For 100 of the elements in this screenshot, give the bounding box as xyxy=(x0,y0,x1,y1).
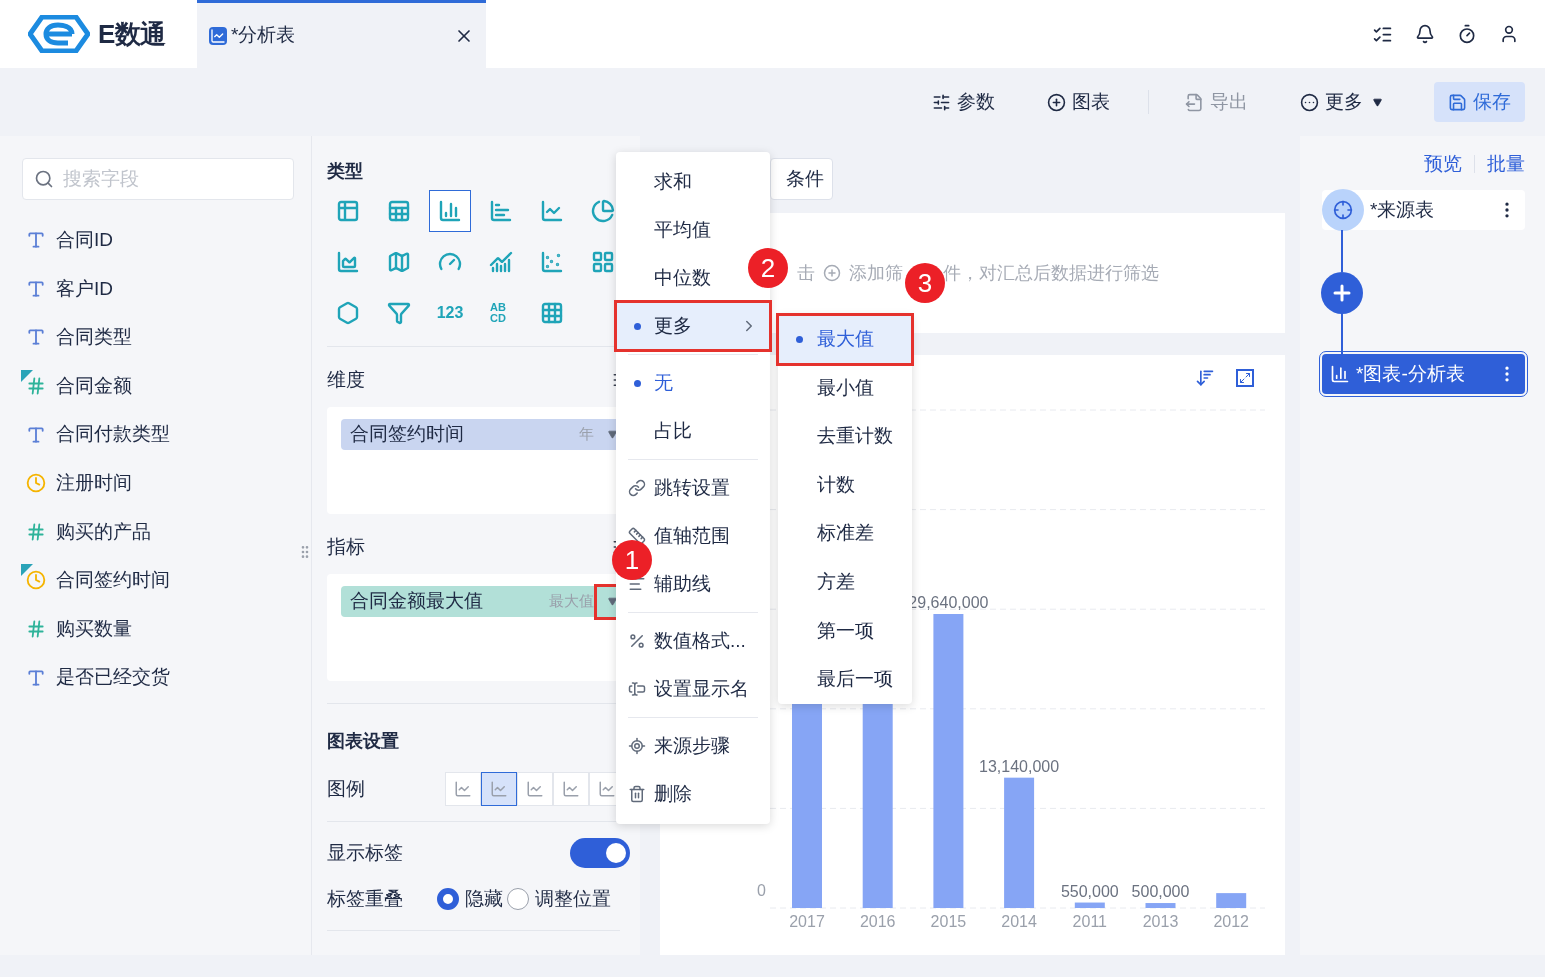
hash-icon xyxy=(26,521,46,542)
sliders-icon xyxy=(932,92,951,112)
user-icon[interactable] xyxy=(1499,24,1519,44)
menu-item[interactable]: 中位数 xyxy=(616,254,723,302)
menu-item[interactable]: 计数 xyxy=(778,460,912,510)
axis-tick-label: 0 xyxy=(757,882,766,899)
bell-icon[interactable] xyxy=(1415,24,1435,44)
heatmap-icon xyxy=(540,301,564,325)
chart-icon xyxy=(209,26,227,45)
radio-label[interactable]: 隐藏 xyxy=(465,884,503,914)
menu-item[interactable]: 无 xyxy=(616,359,685,407)
timer-icon[interactable] xyxy=(1457,24,1477,44)
bar-chart-icon xyxy=(489,199,513,223)
field-item[interactable]: 注册时间 xyxy=(56,469,132,498)
legend-icon xyxy=(490,780,508,798)
field-item[interactable]: 是否已经交货 xyxy=(56,663,170,692)
sort-icon[interactable] xyxy=(1195,368,1215,388)
menu-item[interactable]: 数值格式... xyxy=(616,617,758,665)
column-chart-icon xyxy=(438,199,462,223)
toggle-switch[interactable] xyxy=(570,838,630,868)
expand-icon[interactable] xyxy=(1236,369,1254,387)
radio-button[interactable] xyxy=(507,888,529,910)
text-type-icon xyxy=(26,327,46,348)
hash-icon xyxy=(26,619,46,640)
menu-item[interactable]: 最后一项 xyxy=(778,655,912,704)
menu-item[interactable]: 最小值 xyxy=(778,363,912,413)
data-label: 500,000 xyxy=(1131,883,1190,901)
axis-category-label: 2017 xyxy=(789,913,825,930)
filter-hint: 击 xyxy=(797,261,815,285)
table-icon xyxy=(336,199,360,223)
clock-icon xyxy=(26,473,46,494)
toolbar-button[interactable]: 更多 xyxy=(1286,82,1396,122)
text-type-icon xyxy=(26,424,46,445)
search-field[interactable]: 搜索字段 xyxy=(22,158,294,200)
chart-type-option[interactable] xyxy=(429,190,471,232)
field-item[interactable]: 购买的产品 xyxy=(56,517,151,547)
data-label: 13,140,000 xyxy=(979,757,1060,775)
axis-category-label: 2012 xyxy=(1213,913,1249,930)
document-tab[interactable]: *分析表 xyxy=(197,0,486,68)
filter-condition-button[interactable]: 条件 xyxy=(770,158,833,200)
bar xyxy=(1216,893,1247,908)
legend-position-option[interactable] xyxy=(481,772,517,806)
field-item[interactable]: 合同类型 xyxy=(56,323,132,352)
save-icon xyxy=(1448,92,1467,112)
radio-label[interactable]: 调整位置 xyxy=(535,884,611,914)
crosshair-icon xyxy=(1333,200,1353,220)
scatter-chart-icon xyxy=(540,250,564,274)
setting-label: 标签重叠 xyxy=(327,886,404,911)
field-item[interactable]: 合同付款类型 xyxy=(56,420,170,449)
legend-icon xyxy=(598,780,616,798)
legend-icon xyxy=(454,780,472,798)
ruler-icon xyxy=(628,527,646,545)
ellipsis-circle-icon xyxy=(1300,92,1319,112)
funnel-icon xyxy=(387,301,411,325)
add-icon[interactable] xyxy=(823,264,841,282)
section-label: 维度 xyxy=(327,367,365,392)
menu-item[interactable]: 去重计数 xyxy=(778,412,912,461)
axis-category-label: 2013 xyxy=(1142,913,1179,930)
field-item[interactable]: 合同签约时间 xyxy=(56,566,170,595)
area-chart-icon xyxy=(336,250,360,274)
axis-category-label: 2015 xyxy=(930,913,967,930)
axis-category-label: 2011 xyxy=(1072,913,1107,930)
toolbar-button[interactable]: 图表 xyxy=(1033,82,1124,122)
treemap-icon xyxy=(591,250,615,274)
menu-item[interactable]: 更多 xyxy=(616,302,770,350)
preview-link[interactable]: 预览 xyxy=(1424,149,1462,179)
menu-item[interactable]: 删除 xyxy=(616,770,704,818)
save-button[interactable]: 保存 xyxy=(1434,82,1525,122)
link-icon xyxy=(628,479,646,497)
field-item[interactable]: 合同ID xyxy=(56,226,113,255)
menu-item[interactable]: 标准差 xyxy=(778,509,912,558)
batch-link[interactable]: 批量 xyxy=(1487,149,1525,179)
toolbar-button[interactable]: 参数 xyxy=(918,82,1009,122)
field-item[interactable]: 客户ID xyxy=(56,274,113,304)
menu-item[interactable]: 求和 xyxy=(616,158,704,206)
flow-node[interactable]: *图表-分析表 xyxy=(1322,354,1525,394)
menu-item[interactable]: 跳转设置 xyxy=(616,464,742,512)
menu-item[interactable]: 平均值 xyxy=(616,206,723,254)
radio-button[interactable] xyxy=(437,888,459,910)
data-label: 550,000 xyxy=(1060,882,1119,900)
menu-item[interactable]: 设置显示名 xyxy=(616,665,761,713)
flow-node[interactable]: *来源表 xyxy=(1322,190,1525,230)
field-item[interactable]: 购买数量 xyxy=(56,614,132,644)
crosshair-icon xyxy=(628,737,646,755)
logo-text: E数通 xyxy=(98,17,166,51)
bar xyxy=(1074,902,1105,908)
logo-icon xyxy=(28,15,90,53)
section-label: 指标 xyxy=(327,534,365,559)
bar-chart-icon xyxy=(1330,364,1350,384)
menu-item[interactable]: 来源步骤 xyxy=(616,722,742,770)
setting-label: 图例 xyxy=(327,776,366,801)
field-item[interactable]: 合同金额 xyxy=(56,371,132,401)
filter-hint: 添加筛 xyxy=(849,261,903,285)
text-type-icon xyxy=(26,278,46,299)
caret-icon xyxy=(607,430,617,439)
add-step-button[interactable] xyxy=(1321,272,1363,314)
bar xyxy=(1145,903,1176,908)
plus-circle-icon xyxy=(1047,92,1066,112)
menu-item[interactable]: 最大值 xyxy=(778,315,912,364)
legend-icon xyxy=(526,780,544,798)
